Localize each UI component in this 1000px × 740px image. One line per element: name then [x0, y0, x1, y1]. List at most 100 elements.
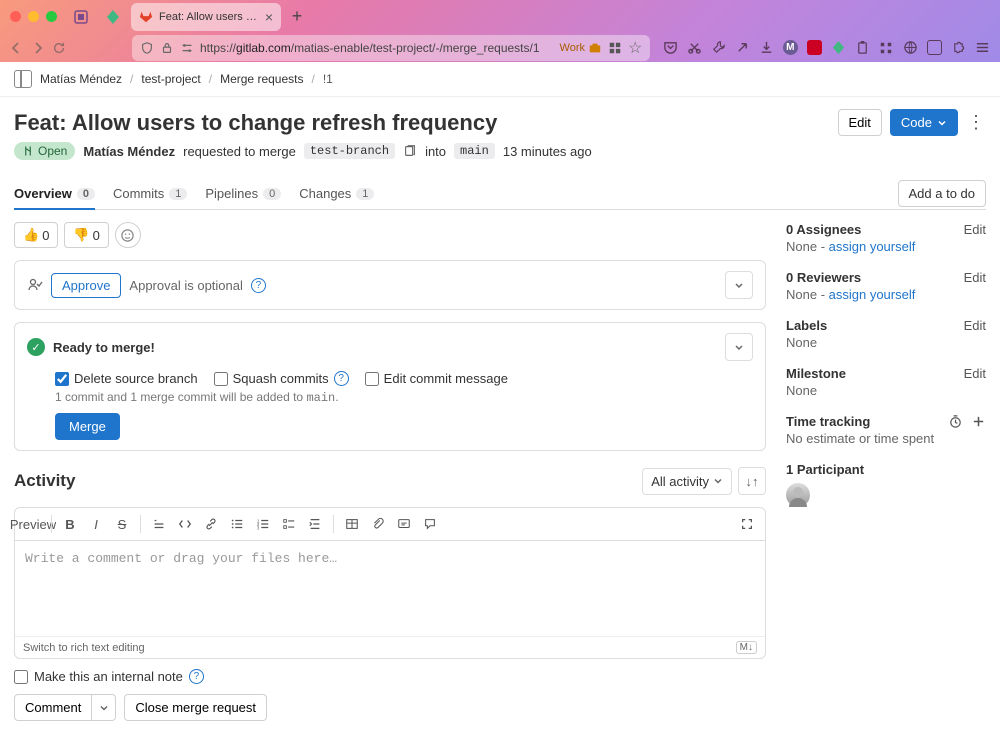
merge-button[interactable]: Merge	[55, 413, 120, 440]
target-branch[interactable]: main	[454, 143, 495, 159]
source-branch[interactable]: test-branch	[304, 143, 395, 159]
strike-icon[interactable]: S	[110, 512, 134, 536]
tracking-shield-icon[interactable]	[67, 4, 95, 30]
ext-red-icon[interactable]	[806, 40, 822, 56]
ext-globe-icon[interactable]	[902, 40, 918, 56]
suggestion-icon[interactable]	[392, 512, 416, 536]
thumbs-down-icon: 👎	[73, 227, 89, 243]
thumbs-up-icon: 👍	[23, 227, 39, 243]
ext-box-icon[interactable]	[926, 40, 942, 56]
code-button[interactable]: Code	[890, 109, 958, 136]
close-mr-button[interactable]: Close merge request	[124, 694, 267, 721]
reviewers-title: 0 Reviewers	[786, 270, 964, 285]
assign-yourself-link[interactable]: assign yourself	[829, 239, 916, 254]
squash-checkbox[interactable]: Squash commits?	[214, 371, 349, 386]
close-tab-icon[interactable]: ×	[265, 9, 273, 25]
ext-wrench-icon[interactable]	[710, 40, 726, 56]
edit-reviewers[interactable]: Edit	[964, 270, 986, 285]
edit-commit-msg-checkbox[interactable]: Edit commit message	[365, 371, 508, 386]
new-tab-button[interactable]: +	[285, 6, 309, 27]
pinned-tab[interactable]	[99, 4, 127, 30]
link-icon[interactable]	[199, 512, 223, 536]
editor-toolbar: Preview B I S 123	[15, 508, 765, 541]
ext-sci-icon[interactable]	[686, 40, 702, 56]
italic-icon[interactable]: I	[84, 512, 108, 536]
attach-icon[interactable]	[366, 512, 390, 536]
number-list-icon[interactable]: 123	[251, 512, 275, 536]
bullet-list-icon[interactable]	[225, 512, 249, 536]
switch-editor-link[interactable]: Switch to rich text editing	[23, 642, 145, 654]
ext-download-icon[interactable]	[758, 40, 774, 56]
window-minimize-icon[interactable]	[28, 11, 39, 22]
activity-filter[interactable]: All activity	[642, 468, 732, 495]
edit-assignees[interactable]: Edit	[964, 222, 986, 237]
task-list-icon[interactable]	[277, 512, 301, 536]
tab-pipelines[interactable]: Pipelines0	[205, 178, 281, 209]
ext-m-icon[interactable]: M	[782, 40, 798, 56]
collapse-button[interactable]	[725, 271, 753, 299]
ext-grid-icon[interactable]	[878, 40, 894, 56]
assignees-title: 0 Assignees	[786, 222, 964, 237]
address-bar[interactable]: https://gitlab.com/matias-enable/test-pr…	[132, 35, 650, 61]
comment-button[interactable]: Comment	[14, 694, 92, 721]
grid-icon[interactable]	[608, 41, 622, 55]
hamburger-menu-icon[interactable]	[974, 40, 990, 56]
tab-commits[interactable]: Commits1	[113, 178, 187, 209]
time-tracking-value: No estimate or time spent	[786, 431, 986, 446]
comment-dropdown[interactable]	[92, 694, 116, 721]
help-icon[interactable]: ?	[251, 278, 266, 293]
browser-tab[interactable]: Feat: Allow users to change ref… ×	[131, 3, 281, 31]
add-reaction-button[interactable]	[115, 222, 141, 248]
table-icon[interactable]	[340, 512, 364, 536]
timer-icon[interactable]	[948, 414, 963, 429]
back-button[interactable]	[8, 37, 24, 59]
copy-icon[interactable]	[403, 144, 417, 158]
add-todo-button[interactable]: Add a to do	[898, 180, 987, 207]
ext-arrow-icon[interactable]	[734, 40, 750, 56]
window-close-icon[interactable]	[10, 11, 21, 22]
author-name[interactable]: Matías Méndez	[83, 144, 175, 159]
preview-button[interactable]: Preview	[21, 512, 45, 536]
breadcrumb-section[interactable]: Merge requests	[220, 72, 303, 86]
avatar[interactable]	[786, 483, 810, 507]
fullscreen-icon[interactable]	[735, 512, 759, 536]
indent-icon[interactable]	[303, 512, 327, 536]
edit-labels[interactable]: Edit	[964, 318, 986, 333]
tab-overview[interactable]: Overview0	[14, 178, 95, 209]
reload-button[interactable]	[52, 37, 66, 59]
comment-textarea[interactable]: Write a comment or drag your files here…	[15, 541, 765, 636]
breadcrumb-user[interactable]: Matías Méndez	[40, 72, 122, 86]
ext-clip-icon[interactable]	[854, 40, 870, 56]
assign-yourself-link[interactable]: assign yourself	[829, 287, 916, 302]
edit-button[interactable]: Edit	[838, 109, 882, 136]
bookmark-star-icon[interactable]: ☆	[628, 38, 642, 58]
mr-header: Feat: Allow users to change refresh freq…	[14, 109, 986, 136]
help-icon[interactable]: ?	[334, 371, 349, 386]
plus-icon[interactable]	[971, 414, 986, 429]
ext-puzzle-icon[interactable]	[950, 40, 966, 56]
tab-changes[interactable]: Changes1	[299, 178, 374, 209]
code-icon[interactable]	[173, 512, 197, 536]
thumbs-down-button[interactable]: 👎0	[64, 222, 108, 248]
forward-button[interactable]	[30, 37, 46, 59]
kebab-menu-icon[interactable]: ⋮	[966, 112, 986, 133]
breadcrumb-project[interactable]: test-project	[141, 72, 200, 86]
approve-button[interactable]: Approve	[51, 273, 121, 298]
edit-milestone[interactable]: Edit	[964, 366, 986, 381]
collapse-button[interactable]	[725, 333, 753, 361]
comment-icon[interactable]	[418, 512, 442, 536]
internal-note-checkbox[interactable]: Make this an internal note ?	[14, 669, 766, 684]
ext-pocket-icon[interactable]	[662, 40, 678, 56]
merge-card: ✓ Ready to merge! Delete source branch S…	[14, 322, 766, 451]
comment-editor: Preview B I S 123	[14, 507, 766, 659]
delete-branch-checkbox[interactable]: Delete source branch	[55, 371, 198, 386]
window-maximize-icon[interactable]	[46, 11, 57, 22]
url-text: https://gitlab.com/matias-enable/test-pr…	[200, 41, 540, 55]
quote-icon[interactable]	[147, 512, 171, 536]
bold-icon[interactable]: B	[58, 512, 82, 536]
help-icon[interactable]: ?	[189, 669, 204, 684]
thumbs-up-button[interactable]: 👍0	[14, 222, 58, 248]
sort-button[interactable]: ↓↑	[738, 467, 766, 495]
sidebar-toggle-icon[interactable]	[14, 70, 32, 88]
ext-vue-icon[interactable]	[830, 40, 846, 56]
